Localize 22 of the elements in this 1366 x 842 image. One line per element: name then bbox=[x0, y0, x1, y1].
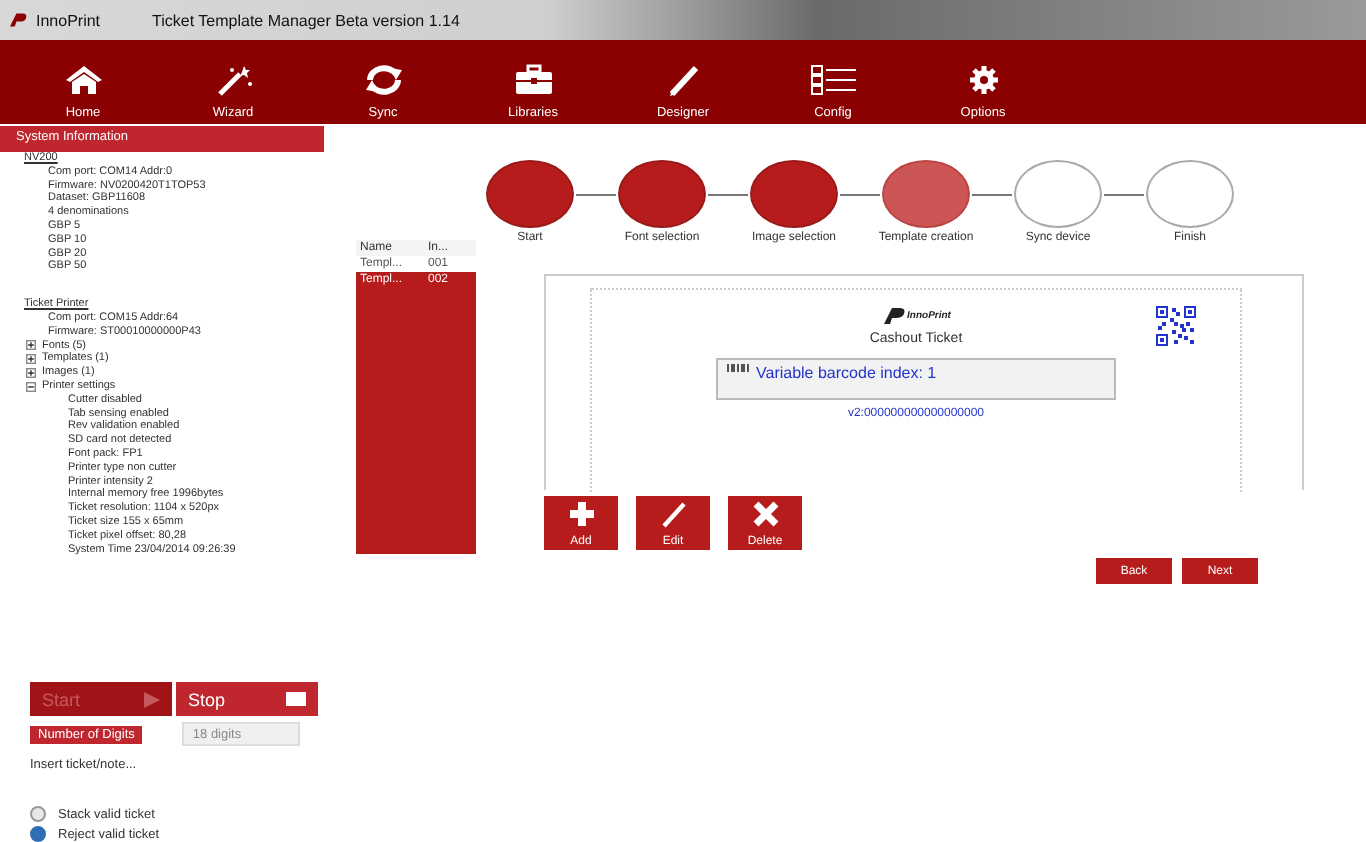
briefcase-icon bbox=[513, 64, 553, 96]
stop-icon bbox=[286, 692, 306, 706]
barcode-icon bbox=[726, 364, 750, 372]
expand-icon[interactable] bbox=[26, 340, 36, 351]
barcode-field: Variable barcode index: 1 bbox=[716, 358, 1116, 400]
collapse-icon[interactable] bbox=[26, 381, 36, 392]
cross-icon bbox=[751, 500, 779, 528]
stop-button[interactable]: Stop bbox=[176, 682, 318, 716]
home-icon bbox=[63, 64, 103, 96]
window-title: Ticket Template Manager Beta version 1.14 bbox=[152, 11, 460, 29]
expand-icon[interactable] bbox=[26, 354, 36, 365]
qr-code-icon bbox=[1156, 306, 1196, 346]
app-name: InnoPrint bbox=[36, 11, 101, 29]
expand-icon[interactable] bbox=[26, 368, 36, 379]
sync-icon bbox=[363, 64, 403, 96]
logo-icon bbox=[8, 12, 28, 28]
plus-icon bbox=[567, 500, 595, 528]
magic-wand-icon bbox=[213, 64, 253, 96]
checklist-icon bbox=[809, 64, 857, 96]
pen-icon bbox=[659, 500, 687, 528]
play-icon bbox=[144, 691, 160, 707]
logo-icon bbox=[881, 306, 906, 326]
